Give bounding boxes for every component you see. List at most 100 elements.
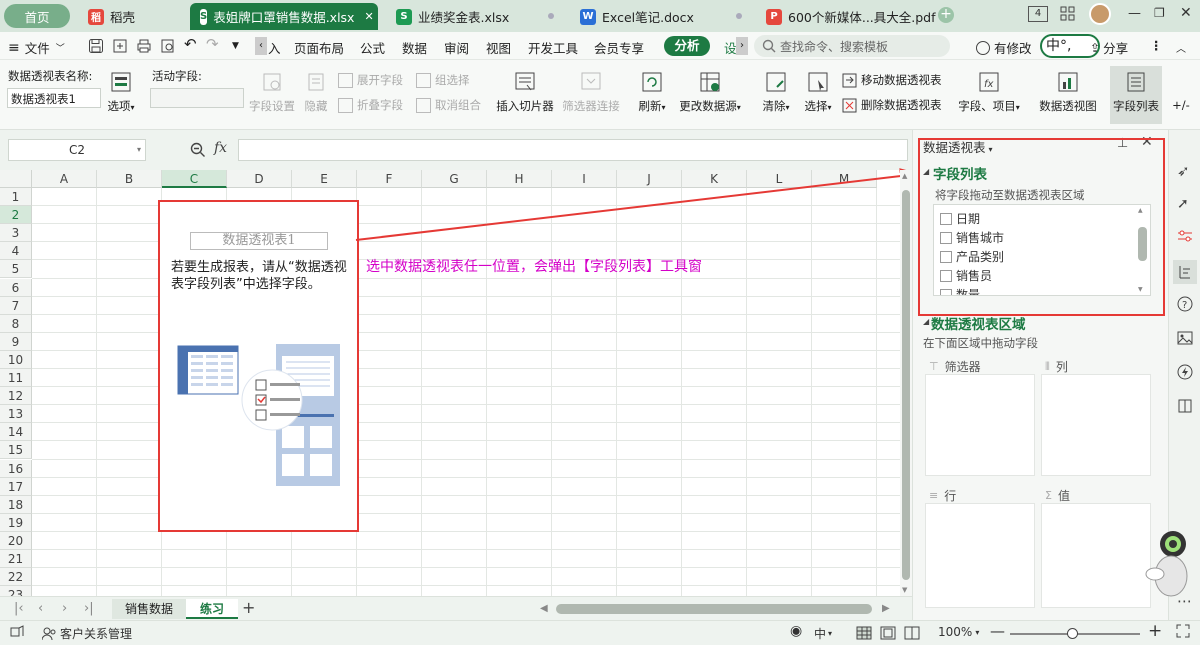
select-all-corner[interactable]: [0, 170, 32, 188]
grid-apps-icon[interactable]: [1060, 6, 1076, 22]
column-header-a[interactable]: A: [32, 170, 97, 188]
column-header-h[interactable]: H: [487, 170, 552, 188]
row-header-18[interactable]: 18: [0, 495, 32, 514]
row-header-9[interactable]: 9: [0, 332, 32, 351]
row-header-11[interactable]: 11: [0, 369, 32, 387]
first-sheet-icon[interactable]: |‹: [14, 601, 24, 616]
filter-connections-button[interactable]: 筛选器连接: [560, 70, 622, 114]
move-pivot-button[interactable]: 移动数据透视表: [842, 72, 942, 88]
column-header-f[interactable]: F: [357, 170, 422, 188]
row-header-1[interactable]: 1: [0, 188, 32, 206]
pivot-name-input[interactable]: 数据透视表1: [7, 88, 101, 108]
minimize-icon[interactable]: —: [1128, 6, 1141, 21]
field-settings-button[interactable]: 字段设置: [248, 70, 296, 114]
row-header-12[interactable]: 12: [0, 387, 32, 406]
formula-input[interactable]: [238, 139, 908, 161]
menu-member[interactable]: 会员专享: [594, 38, 644, 57]
menu-developer[interactable]: 开发工具: [528, 38, 578, 57]
hide-button[interactable]: 隐藏: [302, 70, 330, 114]
collapse-triangle-icon[interactable]: ◢: [923, 317, 929, 326]
row-header-19[interactable]: 19: [0, 513, 32, 532]
column-header-d[interactable]: D: [227, 170, 292, 188]
last-sheet-icon[interactable]: ›|: [84, 601, 94, 616]
group-selection-button[interactable]: 组选择: [416, 72, 470, 88]
normal-view-icon[interactable]: [856, 626, 872, 640]
rocket-icon[interactable]: ➶: [1177, 162, 1193, 180]
prev-sheet-icon[interactable]: ‹: [38, 601, 43, 616]
function-icon[interactable]: fx: [214, 140, 227, 156]
column-header-j[interactable]: J: [617, 170, 682, 188]
zoom-icon[interactable]: [190, 142, 206, 158]
ime-status[interactable]: 中 ▾: [814, 625, 832, 642]
new-tab-icon[interactable]: +: [938, 7, 954, 23]
crm-link[interactable]: 客户关系管理: [42, 625, 132, 642]
row-header-23[interactable]: 23: [0, 586, 32, 596]
row-header-3[interactable]: 3: [0, 224, 32, 243]
row-header-5[interactable]: 5: [0, 260, 32, 279]
plus-minus-button[interactable]: +/-: [1166, 98, 1196, 112]
row-header-16[interactable]: 16: [0, 459, 32, 478]
vertical-scroll-thumb[interactable]: [902, 190, 910, 580]
print-preview-icon[interactable]: [160, 38, 176, 54]
tab-daoke[interactable]: 稻 稻壳: [78, 3, 145, 30]
undo-icon[interactable]: ↶: [184, 35, 197, 53]
column-header-g[interactable]: G: [422, 170, 487, 188]
eye-protection-icon[interactable]: ◉: [790, 623, 802, 639]
file-menu[interactable]: ≡ 文件 ﹀: [8, 38, 65, 57]
sliders-icon[interactable]: [1177, 228, 1193, 244]
name-box[interactable]: C2 ▾: [8, 139, 146, 161]
scroll-up-icon[interactable]: ▲: [902, 172, 907, 180]
delete-pivot-button[interactable]: 删除数据透视表: [842, 97, 942, 113]
book-icon[interactable]: [1177, 398, 1193, 414]
help-icon[interactable]: ?: [1177, 296, 1193, 312]
ungroup-button[interactable]: 取消组合: [416, 97, 481, 113]
page-count-icon[interactable]: 4: [1028, 6, 1048, 22]
scroll-right-icon[interactable]: ▶: [882, 603, 890, 614]
tab-home[interactable]: 首页: [4, 4, 70, 28]
zoom-out-icon[interactable]: —: [990, 622, 1005, 640]
changes-button[interactable]: 有修改: [976, 38, 1032, 57]
expand-field-button[interactable]: 展开字段: [338, 72, 403, 88]
collapse-field-button[interactable]: 折叠字段: [338, 97, 403, 113]
filter-drop-zone[interactable]: [925, 374, 1035, 476]
zoom-level[interactable]: 100% ▾: [938, 625, 979, 639]
value-drop-zone[interactable]: [1041, 503, 1151, 608]
menu-data[interactable]: 数据: [402, 38, 427, 57]
window-close-icon[interactable]: ✕: [1180, 5, 1192, 21]
page-break-view-icon[interactable]: [904, 626, 920, 640]
row-header-7[interactable]: 7: [0, 296, 32, 315]
tab-file-4[interactable]: P 600个新媒体...具大全.pdf: [756, 3, 946, 30]
zoom-slider-handle[interactable]: [1067, 628, 1078, 639]
redo-icon[interactable]: ↷: [206, 35, 219, 53]
scroll-left-icon[interactable]: ◀: [540, 603, 548, 614]
scroll-down-icon[interactable]: ▼: [902, 586, 907, 594]
close-icon[interactable]: ✕: [364, 10, 373, 23]
chevron-down-icon[interactable]: ▼: [232, 41, 239, 51]
column-header-c[interactable]: C: [162, 170, 227, 188]
clear-button[interactable]: 清除▾: [758, 70, 794, 114]
row-header-22[interactable]: 22: [0, 568, 32, 587]
field-list-button[interactable]: 字段列表: [1110, 66, 1162, 124]
tab-file-2[interactable]: S 业绩奖金表.xlsx: [386, 3, 519, 30]
horizontal-scroll-thumb[interactable]: [556, 604, 872, 614]
column-header-m[interactable]: M: [812, 170, 877, 188]
row-header-13[interactable]: 13: [0, 405, 32, 424]
active-field-input[interactable]: [150, 88, 244, 108]
menu-review[interactable]: 审阅: [444, 38, 469, 57]
column-header-i[interactable]: I: [552, 170, 617, 188]
select-button[interactable]: 选择▾: [800, 70, 836, 114]
cursor-icon[interactable]: ➚: [1177, 196, 1193, 212]
row-drop-zone[interactable]: [925, 503, 1035, 608]
export-icon[interactable]: [112, 38, 128, 54]
row-header-20[interactable]: 20: [0, 531, 32, 550]
row-header-21[interactable]: 21: [0, 550, 32, 568]
restore-icon[interactable]: ❐: [1154, 6, 1165, 20]
more-icon[interactable]: ⋮: [1150, 38, 1163, 53]
share-button[interactable]: ⇪ 分享: [1090, 38, 1128, 57]
row-header-17[interactable]: 17: [0, 477, 32, 496]
add-sheet-icon[interactable]: +: [242, 598, 255, 617]
image-icon[interactable]: [1177, 330, 1193, 346]
scroll-left-icon[interactable]: ‹: [255, 37, 267, 55]
avatar[interactable]: [1089, 3, 1111, 25]
pivot-pane-icon[interactable]: [1173, 260, 1197, 284]
